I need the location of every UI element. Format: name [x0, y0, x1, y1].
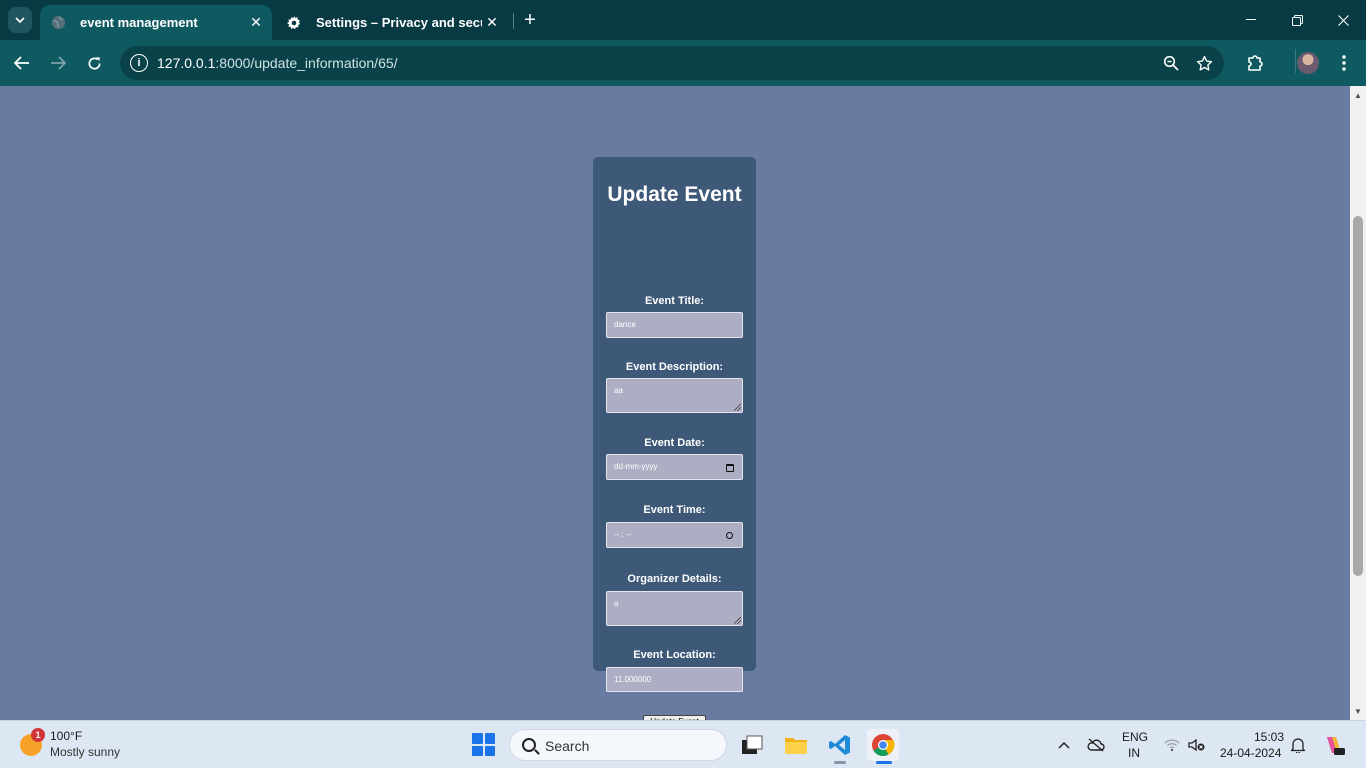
site-info-icon[interactable]: i	[130, 54, 148, 72]
search-placeholder: Search	[545, 738, 590, 754]
close-icon[interactable]: ✕	[246, 13, 266, 33]
event-date-input[interactable]: dd-mm-yyyy	[606, 454, 743, 480]
event-time-input[interactable]: -- : --	[606, 522, 743, 548]
notification-badge: 1	[31, 728, 45, 742]
minimize-icon	[1246, 19, 1256, 20]
copilot-icon[interactable]	[1322, 733, 1346, 757]
profile-avatar[interactable]	[1297, 52, 1319, 74]
windows-start-icon[interactable]	[472, 733, 495, 756]
tab-event-management[interactable]: event management ✕	[40, 5, 272, 40]
weather-temperature: 100°F	[50, 729, 83, 743]
event-description-label: Event Description:	[625, 361, 724, 373]
running-indicator	[834, 761, 846, 764]
scroll-down-arrow-icon[interactable]: ▼	[1350, 704, 1366, 718]
event-description-textarea[interactable]: aa	[606, 378, 743, 413]
zoom-icon[interactable]	[1161, 53, 1181, 73]
restore-icon	[1291, 14, 1303, 26]
region-indicator[interactable]: IN	[1128, 746, 1140, 760]
task-view-icon[interactable]	[736, 729, 768, 761]
browser-toolbar: i 127.0.0.1:8000/update_information/65/	[0, 40, 1366, 86]
tab-divider	[513, 13, 514, 29]
menu-kebab-icon[interactable]	[1332, 51, 1356, 75]
restore-button[interactable]	[1274, 0, 1320, 40]
update-event-form: Update Event Event Title: dance Event De…	[593, 157, 756, 728]
gear-icon	[286, 15, 302, 31]
address-bar[interactable]: i 127.0.0.1:8000/update_information/65/	[120, 46, 1224, 80]
vscode-icon[interactable]	[824, 729, 856, 764]
bookmark-star-icon[interactable]	[1194, 53, 1214, 73]
close-window-button[interactable]	[1320, 0, 1366, 40]
scroll-up-arrow-icon[interactable]: ▲	[1350, 88, 1366, 102]
tab-search-button[interactable]	[8, 7, 32, 33]
speaker-muted-icon[interactable]	[1188, 736, 1206, 754]
clock-time[interactable]: 15:03	[1254, 730, 1284, 744]
extensions-icon[interactable]	[1243, 51, 1267, 75]
forward-button[interactable]	[44, 50, 72, 76]
minimize-button[interactable]	[1228, 0, 1274, 40]
event-title-input[interactable]: dance	[606, 312, 743, 338]
search-icon	[522, 738, 536, 752]
clock-icon[interactable]	[725, 531, 734, 540]
chevron-down-icon	[15, 17, 25, 23]
event-title-label: Event Title:	[644, 295, 705, 307]
tab-title: event management	[80, 15, 198, 30]
resize-handle-icon[interactable]	[734, 617, 741, 624]
page-scrollbar[interactable]: ▲ ▼	[1350, 86, 1366, 720]
reload-icon	[88, 56, 101, 69]
tab-title: Settings – Privacy and security	[316, 15, 482, 30]
close-icon	[1337, 14, 1349, 26]
onedrive-offline-icon[interactable]	[1087, 736, 1105, 754]
chevron-up-icon[interactable]	[1055, 736, 1073, 754]
arrow-left-icon	[14, 56, 29, 70]
page-viewport: Update Event Event Title: dance Event De…	[0, 86, 1350, 728]
windows-taskbar: 1 100°F Mostly sunny Search ENG IN 15:03…	[0, 720, 1366, 768]
running-indicator	[876, 761, 892, 764]
taskbar-search-box[interactable]: Search	[509, 729, 727, 761]
clock-date[interactable]: 24-04-2024	[1220, 746, 1281, 760]
organizer-details-label: Organizer Details:	[627, 573, 722, 585]
weather-condition: Mostly sunny	[50, 745, 121, 759]
file-explorer-icon[interactable]	[780, 729, 812, 761]
notification-bell-icon[interactable]	[1289, 736, 1307, 754]
form-heading: Update Event	[607, 183, 742, 206]
event-location-label: Event Location:	[633, 649, 716, 661]
url-text[interactable]: 127.0.0.1:8000/update_information/65/	[157, 55, 398, 71]
close-icon[interactable]: ✕	[482, 13, 502, 33]
back-button[interactable]	[8, 50, 36, 76]
new-tab-button[interactable]: +	[518, 8, 542, 32]
language-indicator[interactable]: ENG	[1122, 730, 1148, 744]
globe-icon	[50, 15, 66, 31]
organizer-details-textarea[interactable]: a	[606, 591, 743, 626]
arrow-right-icon	[51, 56, 66, 70]
reload-button[interactable]	[80, 50, 108, 76]
event-time-label: Event Time:	[643, 504, 706, 516]
wifi-icon[interactable]	[1163, 736, 1181, 754]
event-date-label: Event Date:	[644, 437, 705, 449]
event-location-input[interactable]: 11.000000	[606, 667, 743, 692]
plus-icon: +	[524, 8, 536, 31]
scroll-thumb[interactable]	[1353, 216, 1363, 576]
resize-handle-icon[interactable]	[734, 404, 741, 411]
tab-strip: event management ✕ Settings – Privacy an…	[0, 0, 1366, 40]
tab-settings-privacy[interactable]: Settings – Privacy and security ✕	[276, 5, 508, 40]
calendar-icon[interactable]	[725, 463, 734, 472]
chrome-icon[interactable]	[867, 729, 899, 764]
